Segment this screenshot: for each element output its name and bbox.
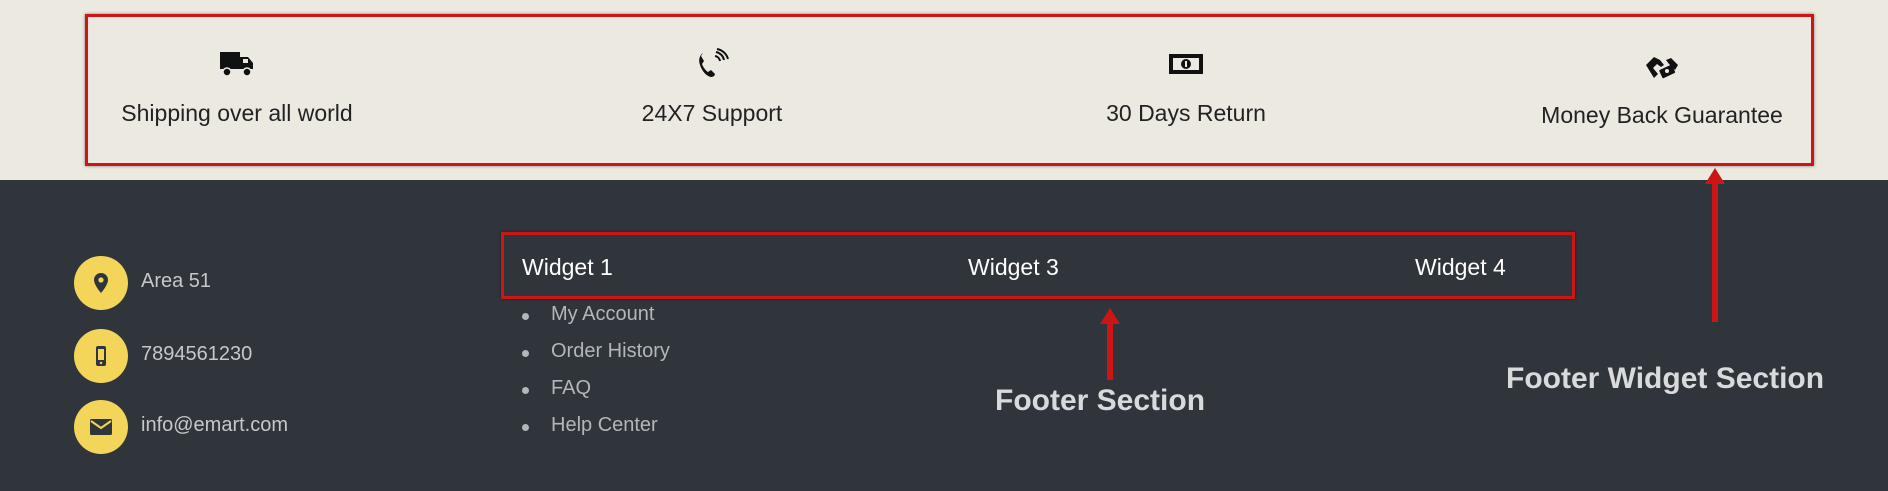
annotation-label-footer-widget-section: Footer Widget Section [1506, 362, 1825, 395]
annotation-box-features [85, 14, 1814, 166]
link-order-history[interactable]: Order History [522, 340, 670, 377]
footer: Area 51 7894561230 info@emart.com Widget… [0, 180, 1888, 491]
contact-text[interactable]: info@emart.com [141, 414, 288, 437]
link-faq[interactable]: FAQ [522, 377, 670, 414]
location-pin-icon [74, 256, 128, 310]
annotation-arrow-footer-section [1100, 308, 1120, 380]
envelope-icon [74, 400, 128, 454]
contact-phone: 7894561230 [74, 329, 414, 385]
link-help-center[interactable]: Help Center [522, 414, 670, 451]
annotation-box-widgets [501, 232, 1575, 299]
contact-text: 7894561230 [141, 343, 253, 365]
contact-text: Area 51 [141, 270, 212, 292]
contact-email: info@emart.com [74, 400, 414, 456]
widget-1-links: My Account Order History FAQ Help Center [522, 303, 670, 451]
annotation-label-footer-section: Footer Section [995, 384, 1206, 417]
contact-address: Area 51 [74, 256, 414, 312]
annotation-arrow-footer-widget-section [1705, 168, 1725, 322]
link-my-account[interactable]: My Account [522, 303, 670, 340]
mobile-phone-icon [74, 329, 128, 383]
